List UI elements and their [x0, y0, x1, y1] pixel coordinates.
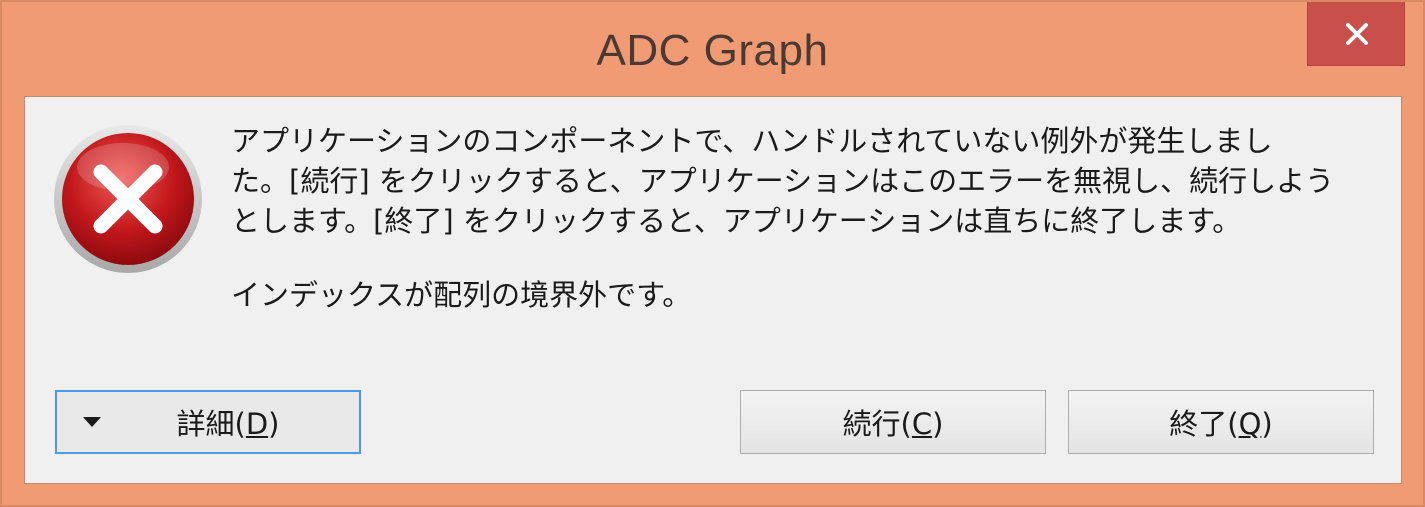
exception-detail: インデックスが配列の境界外です。	[231, 278, 692, 312]
title-bar[interactable]: ADC Graph	[2, 2, 1423, 96]
message-line: とします。[終了] をクリックすると、アプリケーションは直ちに終了します。	[231, 204, 1242, 238]
quit-button[interactable]: 終了(Q)	[1068, 390, 1374, 454]
close-icon	[1346, 23, 1368, 45]
dialog-window: ADC Graph アプリケーションのコンポーネントで、ハンドルされていない例外…	[0, 0, 1425, 507]
error-message: アプリケーションのコンポーネントで、ハンドルされていない例外が発生しまし た。[…	[231, 121, 1351, 241]
dialog-body: アプリケーションのコンポーネントで、ハンドルされていない例外が発生しまし た。[…	[24, 96, 1402, 484]
message-line: アプリケーションのコンポーネントで、ハンドルされていない例外が発生しまし	[231, 124, 1273, 158]
message-line: た。[続行] をクリックすると、アプリケーションはこのエラーを無視し、続行しよう	[231, 164, 1335, 198]
window-title: ADC Graph	[596, 26, 829, 75]
dropdown-arrow-icon	[83, 417, 101, 427]
details-button[interactable]: 詳細(D)	[55, 390, 361, 454]
continue-button-label: 続行(C)	[842, 407, 944, 441]
close-button[interactable]	[1307, 2, 1405, 66]
continue-button[interactable]: 続行(C)	[740, 390, 1046, 454]
error-icon	[54, 125, 202, 273]
details-button-label: 詳細(D)	[176, 407, 280, 441]
quit-button-label: 終了(Q)	[1169, 407, 1273, 441]
